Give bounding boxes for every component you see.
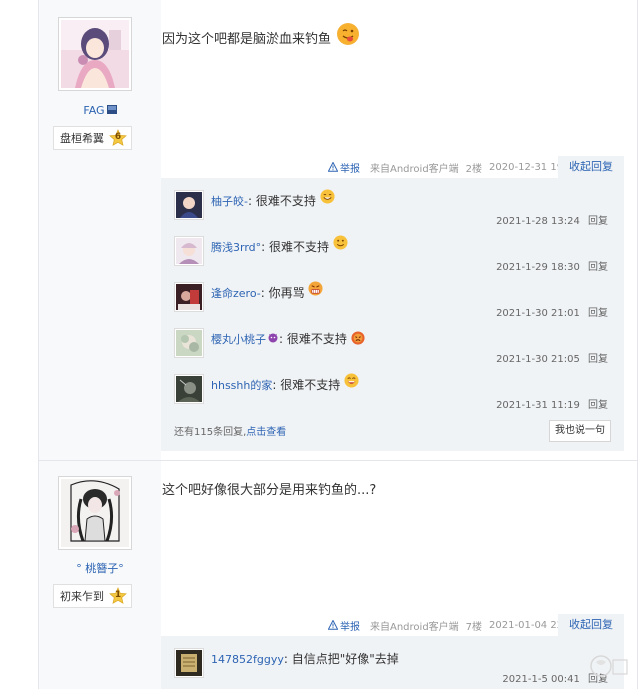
post-floor: 7楼: [465, 621, 483, 633]
post-floor-2: FAG 盘桓希翼 6 因为这个吧都是脑淤血来钓鱼 举报 来自Android客户端: [39, 0, 637, 460]
level-name: 盘桓希翼: [60, 132, 104, 145]
reply-username[interactable]: hhsshh的家: [211, 379, 272, 392]
reply-item: hhsshh的家: 很难不支持 2021-1-31 11:19 回复: [161, 370, 624, 415]
reply-text: 很难不支持: [255, 194, 316, 208]
reply-meta: 2021-1-29 18:30 回复: [496, 258, 608, 273]
reply-time: 2021-1-31 11:19: [496, 400, 580, 411]
report-link[interactable]: 举报: [328, 160, 360, 175]
grimace-emoji-icon: [308, 281, 323, 296]
more-replies-count: 还有115条回复,: [174, 427, 247, 438]
post-floor: 2楼: [465, 163, 483, 175]
reply-list: 147852fggyy: 自信点把"好像"去掉 2021-1-5 00:41 回…: [161, 636, 624, 689]
reply-time: 2021-1-5 00:41: [502, 674, 580, 685]
post-content: 因为这个吧都是脑淤血来钓鱼: [162, 22, 360, 51]
watermark-logo: [587, 652, 631, 685]
thread-page: FAG 盘桓希翼 6 因为这个吧都是脑淤血来钓鱼 举报 来自Android客户端: [38, 0, 638, 689]
reply-list: 柚子皎-: 很难不支持 2021-1-28 13:24 回复 腾浅3rrd°:: [161, 178, 624, 451]
reply-time: 2021-1-28 13:24: [496, 216, 580, 227]
post-meta: 举报 来自Android客户端 2楼 2020-12-31 19:51: [328, 158, 586, 176]
reply-meta: 2021-1-31 11:19 回复: [496, 396, 608, 411]
reply-meta: 2021-1-30 21:05 回复: [496, 350, 608, 365]
post-floor-7: ° 桃簪子° 初来乍到 1 这个吧好像很大部分是用来钓鱼的...? 举报 来自A…: [39, 461, 637, 689]
reply-text: 很难不支持: [269, 240, 330, 254]
user-level-badge[interactable]: 初来乍到 1: [53, 584, 132, 608]
reply-text: 很难不支持: [280, 378, 341, 392]
warning-icon: [328, 620, 338, 630]
add-reply-button[interactable]: 我也说一句: [549, 420, 611, 442]
level-name: 初来乍到: [60, 590, 104, 603]
reply-username[interactable]: 樱丸小桃子: [211, 333, 266, 346]
reply-avatar[interactable]: [174, 374, 204, 404]
report-link[interactable]: 举报: [328, 618, 360, 633]
author-username[interactable]: ° 桃簪子°: [39, 560, 161, 576]
reply-item: 柚子皎-: 很难不支持 2021-1-28 13:24 回复: [161, 186, 624, 231]
reply-time: 2021-1-30 21:05: [496, 354, 580, 365]
reply-item: 147852fggyy: 自信点把"好像"去掉 2021-1-5 00:41 回…: [161, 644, 624, 689]
reply-button[interactable]: 回复: [588, 262, 608, 273]
reply-avatar[interactable]: [174, 282, 204, 312]
devil-icon: [267, 331, 279, 343]
avatar[interactable]: [58, 476, 132, 550]
post-source: 来自Android客户端: [370, 621, 459, 633]
reply-username[interactable]: 柚子皎-: [211, 195, 248, 208]
more-replies-line: 还有115条回复,点击查看: [174, 423, 286, 438]
collapse-replies-button[interactable]: 收起回复: [558, 614, 624, 636]
angry-emoji-icon: [351, 330, 365, 345]
reply-button[interactable]: 回复: [588, 308, 608, 319]
user-level-badge[interactable]: 盘桓希翼 6: [53, 126, 132, 150]
level-star-icon: 1: [109, 587, 127, 605]
reply-button[interactable]: 回复: [588, 400, 608, 411]
reply-meta: 2021-1-28 13:24 回复: [496, 212, 608, 227]
post-meta: 举报 来自Android客户端 7楼 2021-01-04 22:25: [328, 616, 586, 634]
post-content: 这个吧好像很大部分是用来钓鱼的...?: [162, 483, 377, 498]
post-source: 来自Android客户端: [370, 163, 459, 175]
tongue-emoji-icon: [337, 22, 360, 45]
reply-time: 2021-1-29 18:30: [496, 262, 580, 273]
reply-button[interactable]: 回复: [588, 216, 608, 227]
smile-emoji-icon: [333, 235, 348, 250]
reply-avatar[interactable]: [174, 236, 204, 266]
reply-username[interactable]: 逢命zero-: [211, 287, 261, 300]
reply-button[interactable]: 回复: [588, 354, 608, 365]
view-more-replies-link[interactable]: 点击查看: [246, 427, 286, 438]
level-star-icon: 6: [109, 129, 127, 147]
post-author-sidebar: ° 桃簪子° 初来乍到 1: [39, 461, 161, 689]
warning-icon: [328, 162, 338, 172]
reply-item: 樱丸小桃子: 很难不支持 2021-1-30 21:05 回复: [161, 324, 624, 369]
reply-item: 腾浅3rrd°: 很难不支持 2021-1-29 18:30 回复: [161, 232, 624, 277]
reply-time: 2021-1-30 21:01: [496, 308, 580, 319]
laugh-emoji-icon: [344, 373, 359, 388]
reply-item: 逢命zero-: 你再骂 2021-1-30 21:01 回复: [161, 278, 624, 323]
reply-username[interactable]: 147852fggyy: [211, 653, 284, 666]
post-author-sidebar: FAG 盘桓希翼 6: [39, 0, 161, 460]
reply-meta: 2021-1-30 21:01 回复: [496, 304, 608, 319]
reply-text: 你再骂: [268, 286, 305, 300]
reply-avatar[interactable]: [174, 648, 204, 678]
avatar[interactable]: [58, 17, 132, 91]
collapse-replies-button[interactable]: 收起回复: [558, 156, 624, 178]
reply-avatar[interactable]: [174, 190, 204, 220]
smile-emoji-icon: [320, 189, 335, 204]
author-username[interactable]: FAG: [39, 104, 161, 117]
reply-avatar[interactable]: [174, 328, 204, 358]
reply-text: 很难不支持: [286, 332, 347, 346]
reply-username[interactable]: 腾浅3rrd°: [211, 241, 261, 254]
reply-text: 自信点把"好像"去掉: [291, 652, 399, 666]
